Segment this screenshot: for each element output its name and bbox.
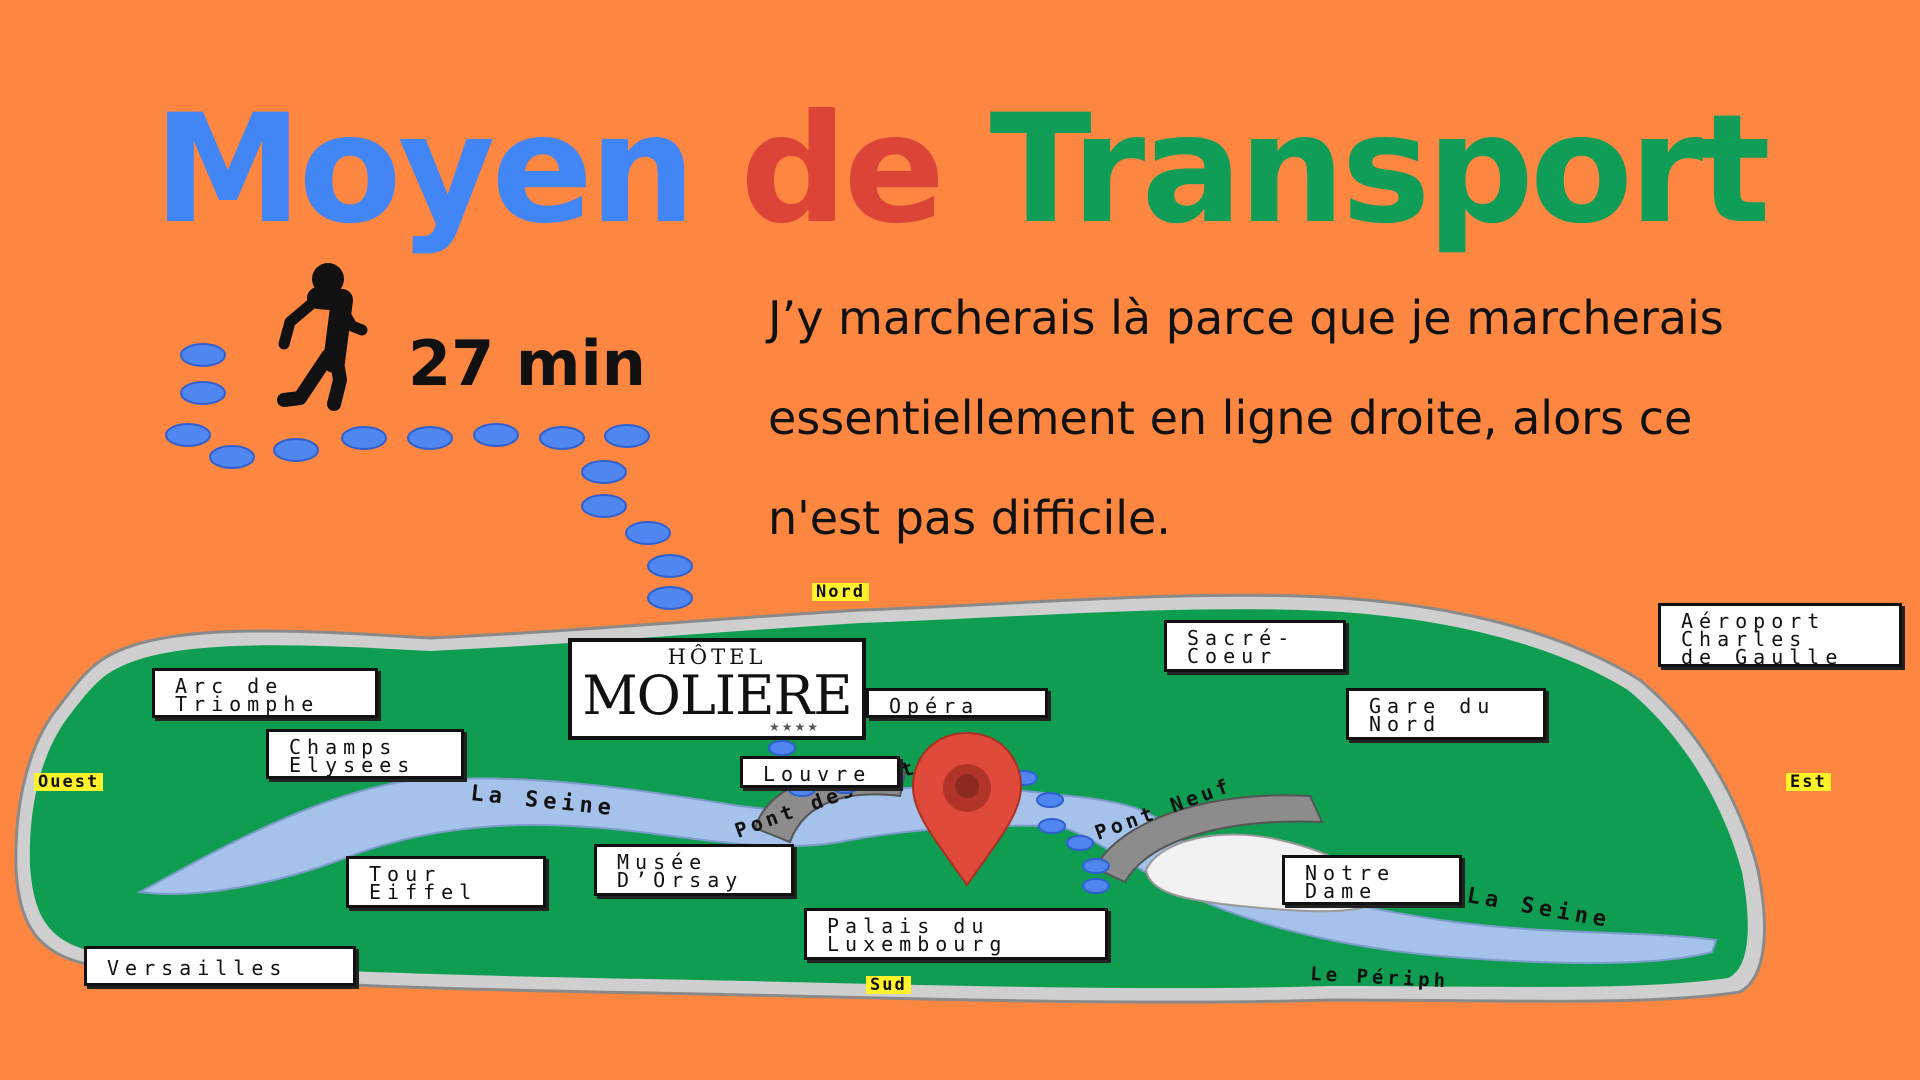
label-opera: Opéra (866, 688, 1048, 718)
label-line: Dame (1305, 879, 1378, 903)
label-arc-de-triomphe: Arc de Triomphe (152, 668, 378, 718)
label-palais-du-luxembourg: Palais du Luxembourg (804, 908, 1108, 960)
description-line-2: essentiellement en ligne droite, alors c… (768, 391, 1693, 445)
label-tour-eiffel: Tour Eiffel (346, 856, 546, 908)
label-champs-elysees: Champs Elysees (266, 729, 464, 779)
label-sacre-coeur: Sacré- Coeur (1164, 620, 1346, 672)
label-line: Triomphe (175, 692, 320, 716)
label-louvre: Louvre (740, 756, 900, 788)
page-title: Moyen de Transport (0, 80, 1920, 260)
label-line: Opéra (889, 694, 980, 718)
label-line: D’Orsay (617, 868, 744, 892)
label-line: Luxembourg (827, 932, 1008, 956)
walking-person-icon (277, 263, 368, 411)
label-musee-dorsay: Musée D’Orsay (594, 844, 794, 896)
hotel-logo-name: MOLIERE (582, 664, 852, 727)
hotel-stars: ★★★★ (768, 720, 820, 734)
title-word-transport: Transport (989, 83, 1770, 257)
title-word-de: de (740, 83, 945, 257)
description-line-3: n'est pas difficile. (768, 491, 1171, 545)
title-word-moyen: Moyen (153, 83, 696, 257)
compass-south: Sud (866, 976, 911, 994)
hotel-moliere-logo: HÔTEL MOLIERE ★★★★ (568, 638, 866, 740)
label-notre-dame: Notre Dame (1282, 855, 1462, 905)
label-line: Elysees (289, 753, 416, 777)
label-versailles: Versailles (84, 946, 356, 986)
label-gare-du-nord: Gare du Nord (1346, 688, 1546, 740)
compass-north: Nord (812, 583, 869, 601)
description-text: J’y marcherais là parce que je marcherai… (768, 268, 1898, 568)
compass-west: Ouest (34, 773, 104, 791)
description-line-1: J’y marcherais là parce que je marcherai… (768, 291, 1724, 345)
walk-duration: 27 min (408, 327, 646, 400)
compass-east: Est (1786, 773, 1831, 791)
label-aeroport-cdg: Aéroport Charles de Gaulle (1658, 603, 1902, 667)
label-line: Louvre (763, 762, 872, 786)
label-line: Coeur (1187, 644, 1278, 668)
label-line: Versailles (107, 956, 288, 980)
label-line: de Gaulle (1681, 645, 1844, 669)
label-line: Eiffel (369, 880, 478, 904)
